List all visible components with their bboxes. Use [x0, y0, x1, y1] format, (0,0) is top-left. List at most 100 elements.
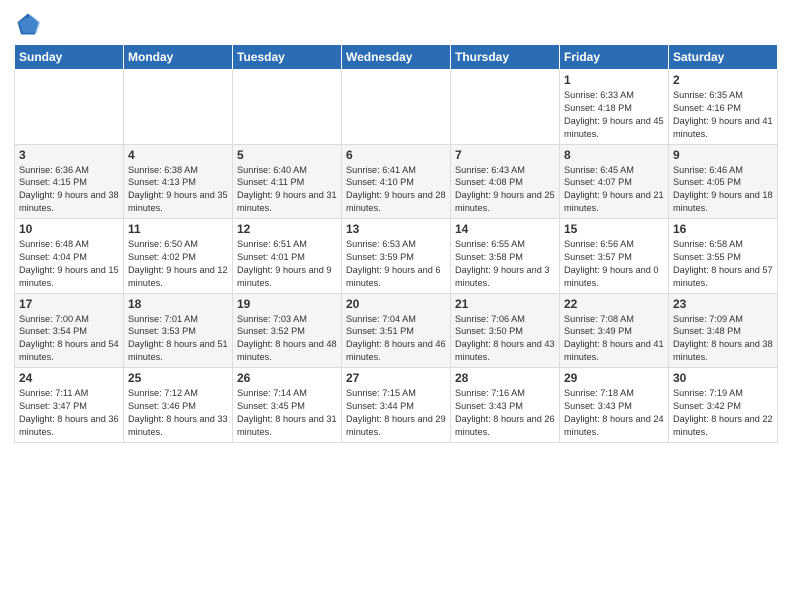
- day-number: 27: [346, 371, 446, 385]
- calendar-cell: [15, 70, 124, 145]
- day-number: 19: [237, 297, 337, 311]
- day-info: Sunrise: 6:43 AM Sunset: 4:08 PM Dayligh…: [455, 164, 555, 216]
- calendar-cell: 26 Sunrise: 7:14 AM Sunset: 3:45 PM Dayli…: [233, 368, 342, 443]
- calendar-cell: 30 Sunrise: 7:19 AM Sunset: 3:42 PM Dayli…: [669, 368, 778, 443]
- day-number: 15: [564, 222, 664, 236]
- day-info: Sunrise: 7:09 AM Sunset: 3:48 PM Dayligh…: [673, 313, 773, 365]
- day-number: 17: [19, 297, 119, 311]
- calendar-cell: 24 Sunrise: 7:11 AM Sunset: 3:47 PM Dayli…: [15, 368, 124, 443]
- day-number: 9: [673, 148, 773, 162]
- weekday-header-wednesday: Wednesday: [342, 45, 451, 70]
- logo: [14, 10, 46, 38]
- week-row-1: 3 Sunrise: 6:36 AM Sunset: 4:15 PM Daylig…: [15, 144, 778, 219]
- day-info: Sunrise: 7:16 AM Sunset: 3:43 PM Dayligh…: [455, 387, 555, 439]
- day-number: 4: [128, 148, 228, 162]
- day-number: 6: [346, 148, 446, 162]
- day-info: Sunrise: 6:36 AM Sunset: 4:15 PM Dayligh…: [19, 164, 119, 216]
- day-number: 29: [564, 371, 664, 385]
- calendar-cell: 16 Sunrise: 6:58 AM Sunset: 3:55 PM Dayli…: [669, 219, 778, 294]
- calendar-cell: 7 Sunrise: 6:43 AM Sunset: 4:08 PM Daylig…: [451, 144, 560, 219]
- day-info: Sunrise: 7:08 AM Sunset: 3:49 PM Dayligh…: [564, 313, 664, 365]
- calendar-cell: [124, 70, 233, 145]
- day-info: Sunrise: 6:41 AM Sunset: 4:10 PM Dayligh…: [346, 164, 446, 216]
- calendar-cell: 4 Sunrise: 6:38 AM Sunset: 4:13 PM Daylig…: [124, 144, 233, 219]
- day-info: Sunrise: 7:00 AM Sunset: 3:54 PM Dayligh…: [19, 313, 119, 365]
- day-number: 30: [673, 371, 773, 385]
- day-number: 24: [19, 371, 119, 385]
- day-number: 28: [455, 371, 555, 385]
- day-info: Sunrise: 6:50 AM Sunset: 4:02 PM Dayligh…: [128, 238, 228, 290]
- day-number: 21: [455, 297, 555, 311]
- calendar-cell: 3 Sunrise: 6:36 AM Sunset: 4:15 PM Daylig…: [15, 144, 124, 219]
- day-number: 2: [673, 73, 773, 87]
- day-info: Sunrise: 7:03 AM Sunset: 3:52 PM Dayligh…: [237, 313, 337, 365]
- day-info: Sunrise: 6:58 AM Sunset: 3:55 PM Dayligh…: [673, 238, 773, 290]
- day-number: 14: [455, 222, 555, 236]
- day-info: Sunrise: 6:40 AM Sunset: 4:11 PM Dayligh…: [237, 164, 337, 216]
- day-number: 20: [346, 297, 446, 311]
- calendar-cell: 25 Sunrise: 7:12 AM Sunset: 3:46 PM Dayli…: [124, 368, 233, 443]
- day-info: Sunrise: 6:38 AM Sunset: 4:13 PM Dayligh…: [128, 164, 228, 216]
- day-number: 26: [237, 371, 337, 385]
- calendar-cell: 1 Sunrise: 6:33 AM Sunset: 4:18 PM Daylig…: [560, 70, 669, 145]
- day-number: 8: [564, 148, 664, 162]
- day-number: 13: [346, 222, 446, 236]
- day-number: 23: [673, 297, 773, 311]
- day-number: 3: [19, 148, 119, 162]
- calendar-cell: 13 Sunrise: 6:53 AM Sunset: 3:59 PM Dayli…: [342, 219, 451, 294]
- day-info: Sunrise: 7:15 AM Sunset: 3:44 PM Dayligh…: [346, 387, 446, 439]
- day-number: 16: [673, 222, 773, 236]
- weekday-header-row: SundayMondayTuesdayWednesdayThursdayFrid…: [15, 45, 778, 70]
- calendar-cell: 20Sunrise: 7:04 AM Sunset: 3:51 PM Dayli…: [342, 293, 451, 368]
- weekday-header-monday: Monday: [124, 45, 233, 70]
- calendar-cell: 11 Sunrise: 6:50 AM Sunset: 4:02 PM Dayli…: [124, 219, 233, 294]
- day-info: Sunrise: 7:12 AM Sunset: 3:46 PM Dayligh…: [128, 387, 228, 439]
- calendar-cell: 28 Sunrise: 7:16 AM Sunset: 3:43 PM Dayli…: [451, 368, 560, 443]
- week-row-3: 17 Sunrise: 7:00 AM Sunset: 3:54 PM Dayli…: [15, 293, 778, 368]
- calendar-cell: 6 Sunrise: 6:41 AM Sunset: 4:10 PM Daylig…: [342, 144, 451, 219]
- calendar-cell: 10 Sunrise: 6:48 AM Sunset: 4:04 PM Dayli…: [15, 219, 124, 294]
- day-info: Sunrise: 7:06 AM Sunset: 3:50 PM Dayligh…: [455, 313, 555, 365]
- day-number: 25: [128, 371, 228, 385]
- day-number: 7: [455, 148, 555, 162]
- weekday-header-saturday: Saturday: [669, 45, 778, 70]
- day-number: 18: [128, 297, 228, 311]
- day-info: Sunrise: 7:14 AM Sunset: 3:45 PM Dayligh…: [237, 387, 337, 439]
- day-info: Sunrise: 6:46 AM Sunset: 4:05 PM Dayligh…: [673, 164, 773, 216]
- calendar-cell: 27 Sunrise: 7:15 AM Sunset: 3:44 PM Dayli…: [342, 368, 451, 443]
- day-info: Sunrise: 6:45 AM Sunset: 4:07 PM Dayligh…: [564, 164, 664, 216]
- day-info: Sunrise: 6:35 AM Sunset: 4:16 PM Dayligh…: [673, 89, 773, 141]
- weekday-header-friday: Friday: [560, 45, 669, 70]
- day-info: Sunrise: 6:33 AM Sunset: 4:18 PM Dayligh…: [564, 89, 664, 141]
- calendar-cell: 22 Sunrise: 7:08 AM Sunset: 3:49 PM Dayli…: [560, 293, 669, 368]
- day-info: Sunrise: 7:19 AM Sunset: 3:42 PM Dayligh…: [673, 387, 773, 439]
- week-row-0: 1 Sunrise: 6:33 AM Sunset: 4:18 PM Daylig…: [15, 70, 778, 145]
- day-number: 1: [564, 73, 664, 87]
- day-info: Sunrise: 6:55 AM Sunset: 3:58 PM Dayligh…: [455, 238, 555, 290]
- weekday-header-tuesday: Tuesday: [233, 45, 342, 70]
- calendar-cell: 5Sunrise: 6:40 AM Sunset: 4:11 PM Daylig…: [233, 144, 342, 219]
- calendar-cell: 17 Sunrise: 7:00 AM Sunset: 3:54 PM Dayli…: [15, 293, 124, 368]
- day-info: Sunrise: 7:11 AM Sunset: 3:47 PM Dayligh…: [19, 387, 119, 439]
- calendar-cell: 19 Sunrise: 7:03 AM Sunset: 3:52 PM Dayli…: [233, 293, 342, 368]
- day-info: Sunrise: 7:01 AM Sunset: 3:53 PM Dayligh…: [128, 313, 228, 365]
- weekday-header-sunday: Sunday: [15, 45, 124, 70]
- day-info: Sunrise: 6:48 AM Sunset: 4:04 PM Dayligh…: [19, 238, 119, 290]
- day-info: Sunrise: 7:18 AM Sunset: 3:43 PM Dayligh…: [564, 387, 664, 439]
- calendar-cell: [451, 70, 560, 145]
- day-number: 10: [19, 222, 119, 236]
- day-number: 22: [564, 297, 664, 311]
- calendar-cell: 2 Sunrise: 6:35 AM Sunset: 4:16 PM Daylig…: [669, 70, 778, 145]
- calendar-cell: 12Sunrise: 6:51 AM Sunset: 4:01 PM Dayli…: [233, 219, 342, 294]
- calendar-cell: [233, 70, 342, 145]
- day-number: 11: [128, 222, 228, 236]
- logo-icon: [14, 10, 42, 38]
- calendar-cell: 21 Sunrise: 7:06 AM Sunset: 3:50 PM Dayli…: [451, 293, 560, 368]
- header: [14, 10, 778, 38]
- calendar-cell: 29 Sunrise: 7:18 AM Sunset: 3:43 PM Dayli…: [560, 368, 669, 443]
- day-info: Sunrise: 6:53 AM Sunset: 3:59 PM Dayligh…: [346, 238, 446, 290]
- calendar-body: 1 Sunrise: 6:33 AM Sunset: 4:18 PM Daylig…: [15, 70, 778, 443]
- week-row-2: 10 Sunrise: 6:48 AM Sunset: 4:04 PM Dayli…: [15, 219, 778, 294]
- day-info: Sunrise: 6:56 AM Sunset: 3:57 PM Dayligh…: [564, 238, 664, 290]
- calendar-cell: 14 Sunrise: 6:55 AM Sunset: 3:58 PM Dayli…: [451, 219, 560, 294]
